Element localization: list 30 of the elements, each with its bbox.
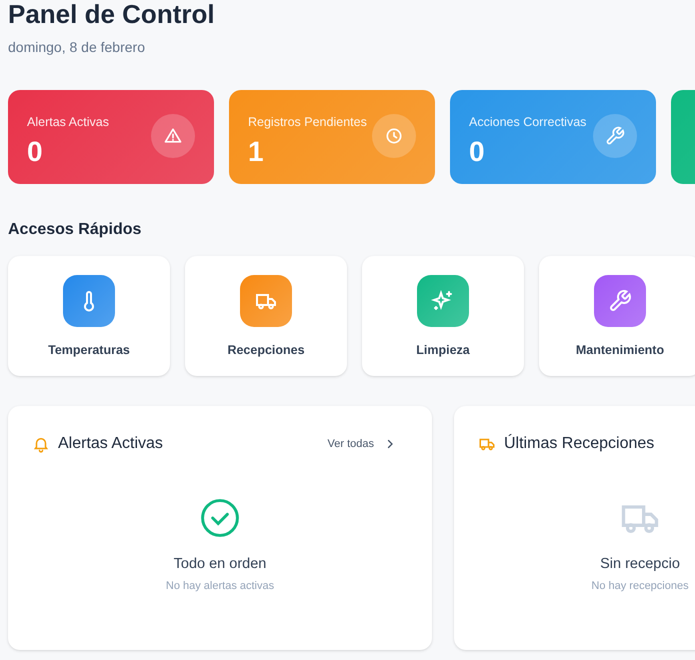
- empty-text: No hay recepciones: [591, 578, 689, 594]
- stat-value: 1: [248, 136, 264, 167]
- page-title: Panel de Control: [8, 0, 215, 28]
- empty-title: Sin recepcio: [600, 555, 680, 574]
- stat-label: Registros Pendientes: [248, 115, 367, 129]
- bell-icon: [32, 435, 50, 453]
- empty-title: Todo en orden: [174, 555, 266, 574]
- stat-label: Acciones Correctivas: [469, 115, 586, 129]
- quick-access-label: Limpieza: [416, 342, 470, 359]
- quick-access-card[interactable]: Recepciones: [185, 256, 347, 376]
- wrench-icon: [608, 289, 632, 313]
- empty-text: No hay alertas activas: [166, 578, 274, 594]
- panel-title: Últimas Recepciones: [504, 433, 654, 454]
- quick-access-card[interactable]: Temperaturas: [8, 256, 170, 376]
- date-text: domingo, 8 de febrero: [8, 38, 145, 57]
- check-circle-icon: [198, 496, 242, 540]
- clock-icon: [384, 126, 404, 146]
- quick-access-label: Mantenimiento: [576, 342, 664, 359]
- quick-access-label: Temperaturas: [48, 342, 130, 359]
- panel-title: Alertas Activas: [58, 434, 163, 454]
- wrench-icon: [605, 126, 625, 146]
- quick-access-label: Recepciones: [227, 342, 305, 359]
- section-title: Accesos Rápidos: [8, 221, 142, 238]
- stat-label: Alertas Activas: [27, 115, 109, 129]
- sparkles-icon: [431, 289, 455, 313]
- view-all-link[interactable]: Ver todas: [328, 436, 396, 452]
- stat-value: 0: [469, 136, 485, 167]
- stat-value: 0: [27, 136, 43, 167]
- quick-access-card[interactable]: Limpieza: [362, 256, 524, 376]
- quick-access-card[interactable]: Mantenimiento: [539, 256, 695, 376]
